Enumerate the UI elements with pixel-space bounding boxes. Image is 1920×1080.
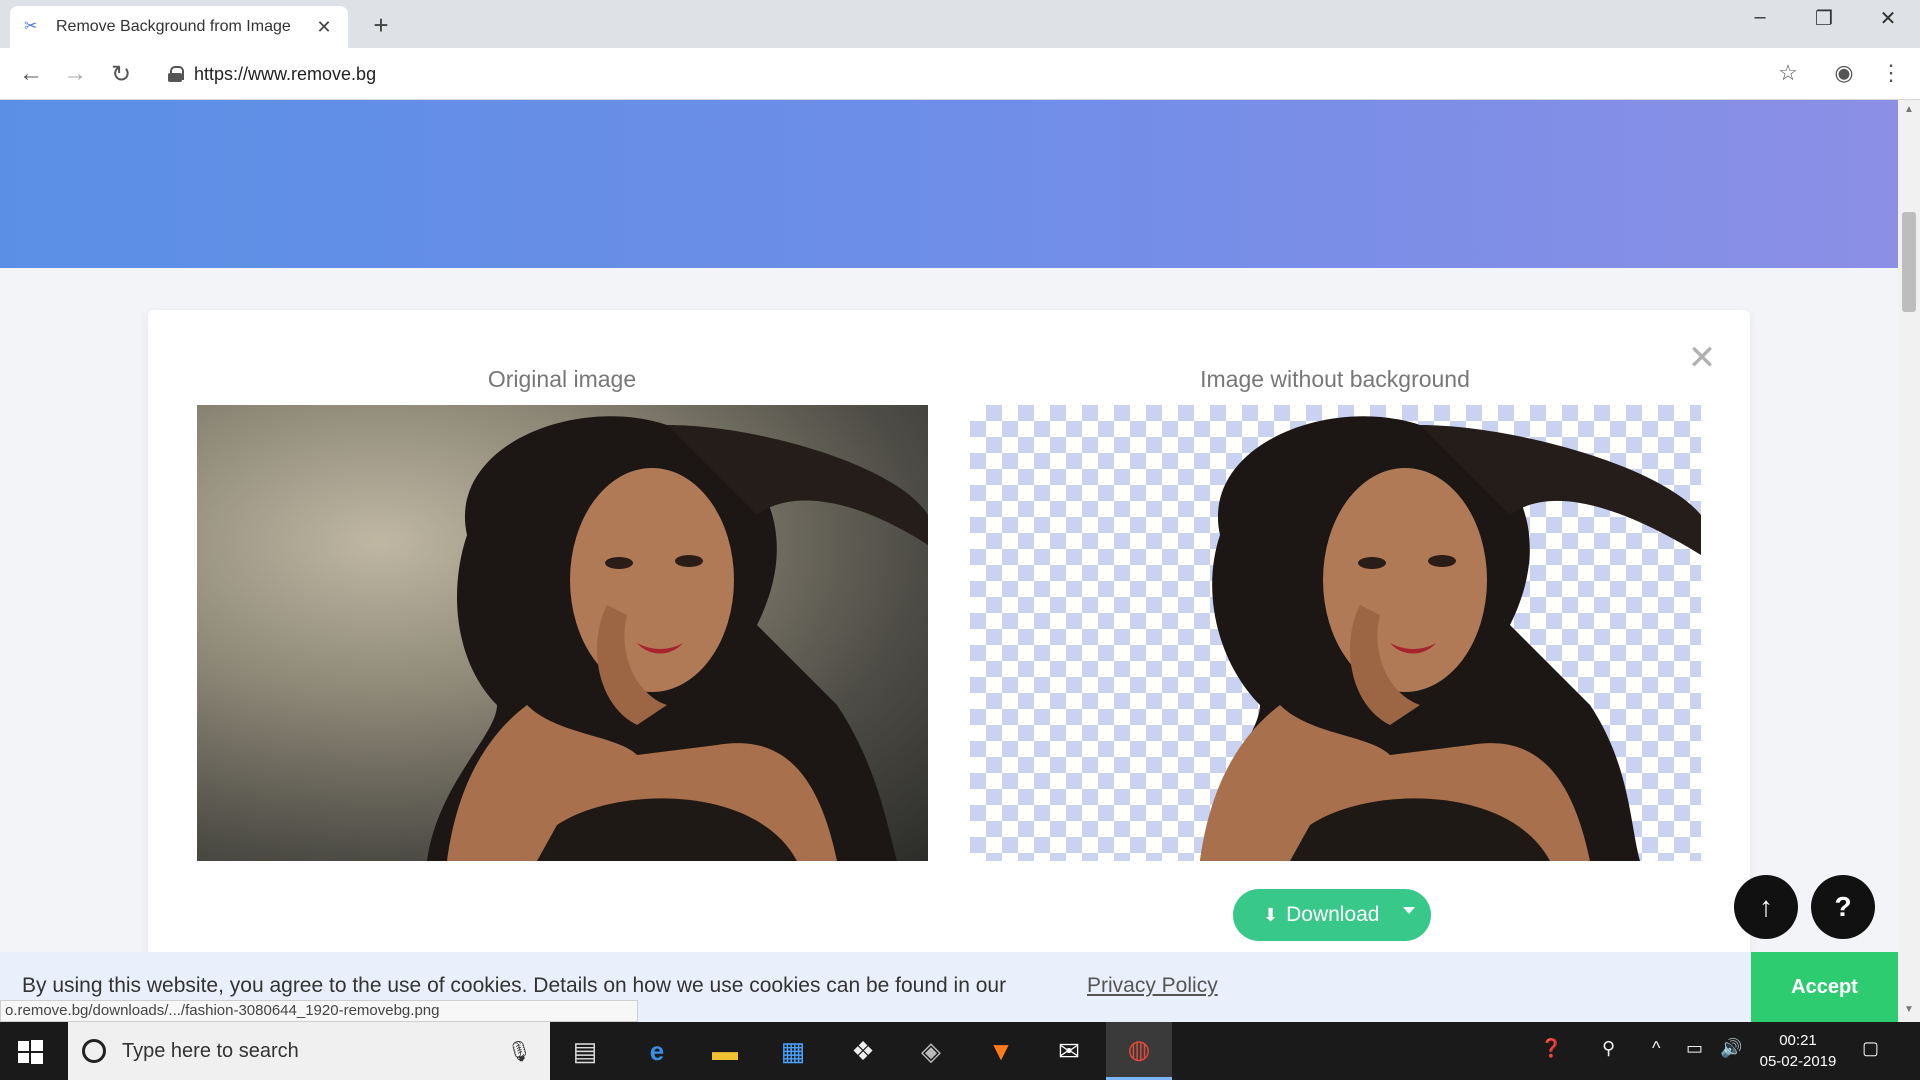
portrait-cutout — [1200, 416, 1701, 861]
dropbox-icon[interactable]: ❖ — [830, 1022, 896, 1080]
download-label: Download — [1286, 903, 1380, 926]
clock-date: 05-02-2019 — [1759, 1053, 1837, 1070]
chevron-up-icon[interactable]: ^ — [1652, 1038, 1660, 1059]
new-tab-icon[interactable]: + — [366, 10, 396, 41]
notifications-icon[interactable]: ▢ — [1862, 1038, 1879, 1059]
removebg-favicon-icon: ✂ — [24, 18, 38, 35]
page-scrollbar[interactable]: ▲ ▼ — [1898, 100, 1920, 1024]
taskbar-clock[interactable]: 00:21 05-02-2019 — [1752, 1030, 1844, 1072]
taskbar-search-box[interactable]: Type here to search 🎙 — [68, 1022, 550, 1080]
chrome-icon[interactable]: ◍ — [1106, 1022, 1172, 1080]
scrollbar-thumb[interactable] — [1902, 212, 1916, 312]
window-close-icon[interactable]: ✕ — [1868, 6, 1908, 31]
scroll-to-top-button[interactable]: ↑ — [1734, 875, 1798, 939]
clock-time: 00:21 — [1779, 1032, 1817, 1049]
accept-cookies-button[interactable]: Accept — [1751, 952, 1898, 1022]
people-icon[interactable]: ⚲ — [1602, 1038, 1615, 1059]
restore-icon[interactable]: ❐ — [1804, 6, 1844, 31]
browser-tab-strip: ✂ Remove Background from Image ✕ + – ❐ ✕ — [0, 0, 1920, 48]
mail-icon[interactable]: ✉ — [1036, 1022, 1102, 1080]
download-icon: ⬇ — [1263, 904, 1279, 925]
help-tray-icon[interactable]: ❓ — [1540, 1038, 1562, 1059]
help-button[interactable]: ? — [1811, 875, 1875, 939]
task-view-icon[interactable]: ▤ — [552, 1022, 618, 1080]
no-background-label: Image without background — [1200, 366, 1470, 392]
browser-toolbar: ← → ↻ https://www.remove.bg ☆ ◉ ⋮ — [0, 48, 1920, 100]
microphone-icon[interactable]: 🎙 — [507, 1039, 532, 1064]
menu-kebab-icon[interactable]: ⋮ — [1876, 60, 1906, 86]
cookie-notice-text: By using this website, you agree to the … — [22, 974, 1007, 997]
original-image-label: Original image — [487, 366, 637, 392]
address-bar[interactable]: https://www.remove.bg — [152, 56, 1772, 92]
scroll-up-arrow-icon[interactable]: ▲ — [1898, 104, 1920, 115]
lock-icon — [168, 66, 184, 82]
address-url: https://www.remove.bg — [194, 63, 377, 84]
profile-icon[interactable]: ◉ — [1829, 60, 1859, 86]
close-tab-icon[interactable]: ✕ — [314, 17, 334, 38]
vlc-icon[interactable]: ▼ — [968, 1022, 1034, 1080]
portrait-photo — [427, 416, 928, 861]
privacy-policy-link[interactable]: Privacy Policy — [1087, 974, 1218, 998]
windows-start-icon[interactable] — [14, 1036, 46, 1068]
back-icon[interactable]: ← — [16, 60, 46, 88]
cortana-icon — [82, 1039, 106, 1063]
tab-title: Remove Background from Image — [56, 18, 291, 35]
link-status-bar: o.remove.bg/downloads/.../fashion-308064… — [0, 1000, 638, 1022]
windows-taskbar: Type here to search 🎙 ▤ e ▬ ▦ ❖ ◈ ▼ ✉ ◍ … — [0, 1022, 1920, 1080]
hero-banner — [0, 100, 1898, 268]
file-explorer-icon[interactable]: ▬ — [692, 1022, 758, 1080]
forward-icon[interactable]: → — [60, 60, 90, 88]
network-icon[interactable]: ▭ — [1686, 1038, 1703, 1059]
bookmark-star-icon[interactable]: ☆ — [1773, 60, 1803, 86]
media-app-icon[interactable]: ◈ — [898, 1022, 964, 1080]
original-image — [197, 405, 928, 861]
scroll-down-arrow-icon[interactable]: ▼ — [1898, 1004, 1920, 1015]
store-icon[interactable]: ▦ — [760, 1022, 826, 1080]
reload-icon[interactable]: ↻ — [106, 60, 136, 89]
volume-icon[interactable]: 🔊 — [1720, 1038, 1742, 1059]
close-result-icon[interactable]: ✕ — [1684, 338, 1720, 378]
search-placeholder: Type here to search — [122, 1039, 299, 1062]
image-without-background — [970, 405, 1701, 861]
browser-tab[interactable]: ✂ Remove Background from Image ✕ — [10, 6, 348, 48]
edge-browser-icon[interactable]: e — [624, 1022, 690, 1080]
download-button[interactable]: ⬇ Download — [1233, 889, 1431, 941]
chevron-down-icon[interactable] — [1403, 907, 1415, 914]
minimize-icon[interactable]: – — [1740, 6, 1780, 29]
